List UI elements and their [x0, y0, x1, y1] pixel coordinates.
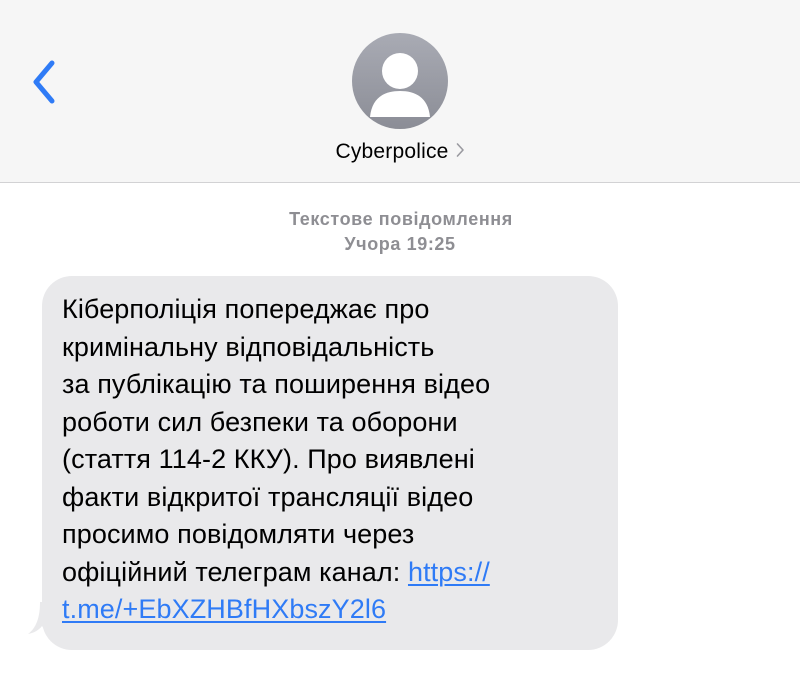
contact-name: Cyberpolice	[335, 140, 449, 163]
messages-screen: Cyberpolice Текстове повідомлення Учора …	[0, 0, 800, 683]
message-line: факти відкритої трансляції відео	[62, 481, 474, 512]
message-line: за публікацію та поширення відео	[62, 369, 491, 399]
message-line-with-link: офіційний телеграм канал: https://	[62, 554, 610, 592]
message-line: кримінальну відповідальність	[62, 331, 435, 362]
message-type-label: Текстове повідомлення	[289, 209, 513, 229]
message-line: (стаття 114-2 ККУ). Про виявлені	[62, 444, 475, 474]
message-meta: Текстове повідомлення Учора 19:25	[0, 207, 800, 257]
message-timestamp: Учора 19:25	[344, 234, 456, 254]
contact-name-button[interactable]: Cyberpolice	[0, 137, 800, 167]
message-line: офіційний телеграм канал:	[62, 556, 408, 587]
message-line: просимо повідомляти через	[62, 519, 415, 549]
telegram-link-part-2[interactable]: t.me/+EbXZHBfHXbszY2l6	[62, 594, 386, 624]
conversation-header: Cyberpolice	[0, 0, 800, 183]
message-line: Кіберполіція попереджає про	[62, 294, 430, 324]
telegram-link-part-1[interactable]: https://	[408, 557, 490, 587]
message-link-line: t.me/+EbXZHBfHXbszY2l6	[62, 591, 610, 629]
message-bubble[interactable]: Кіберполіція попереджає про кримінальну …	[28, 276, 618, 650]
message-text: Кіберполіція попереджає про кримінальну …	[62, 291, 610, 629]
avatar[interactable]	[352, 33, 448, 129]
person-silhouette-icon	[370, 53, 430, 117]
chevron-right-icon	[455, 142, 465, 163]
contact-info: Cyberpolice	[0, 33, 800, 173]
message-line: роботи сил безпеки та оборони	[62, 406, 458, 437]
